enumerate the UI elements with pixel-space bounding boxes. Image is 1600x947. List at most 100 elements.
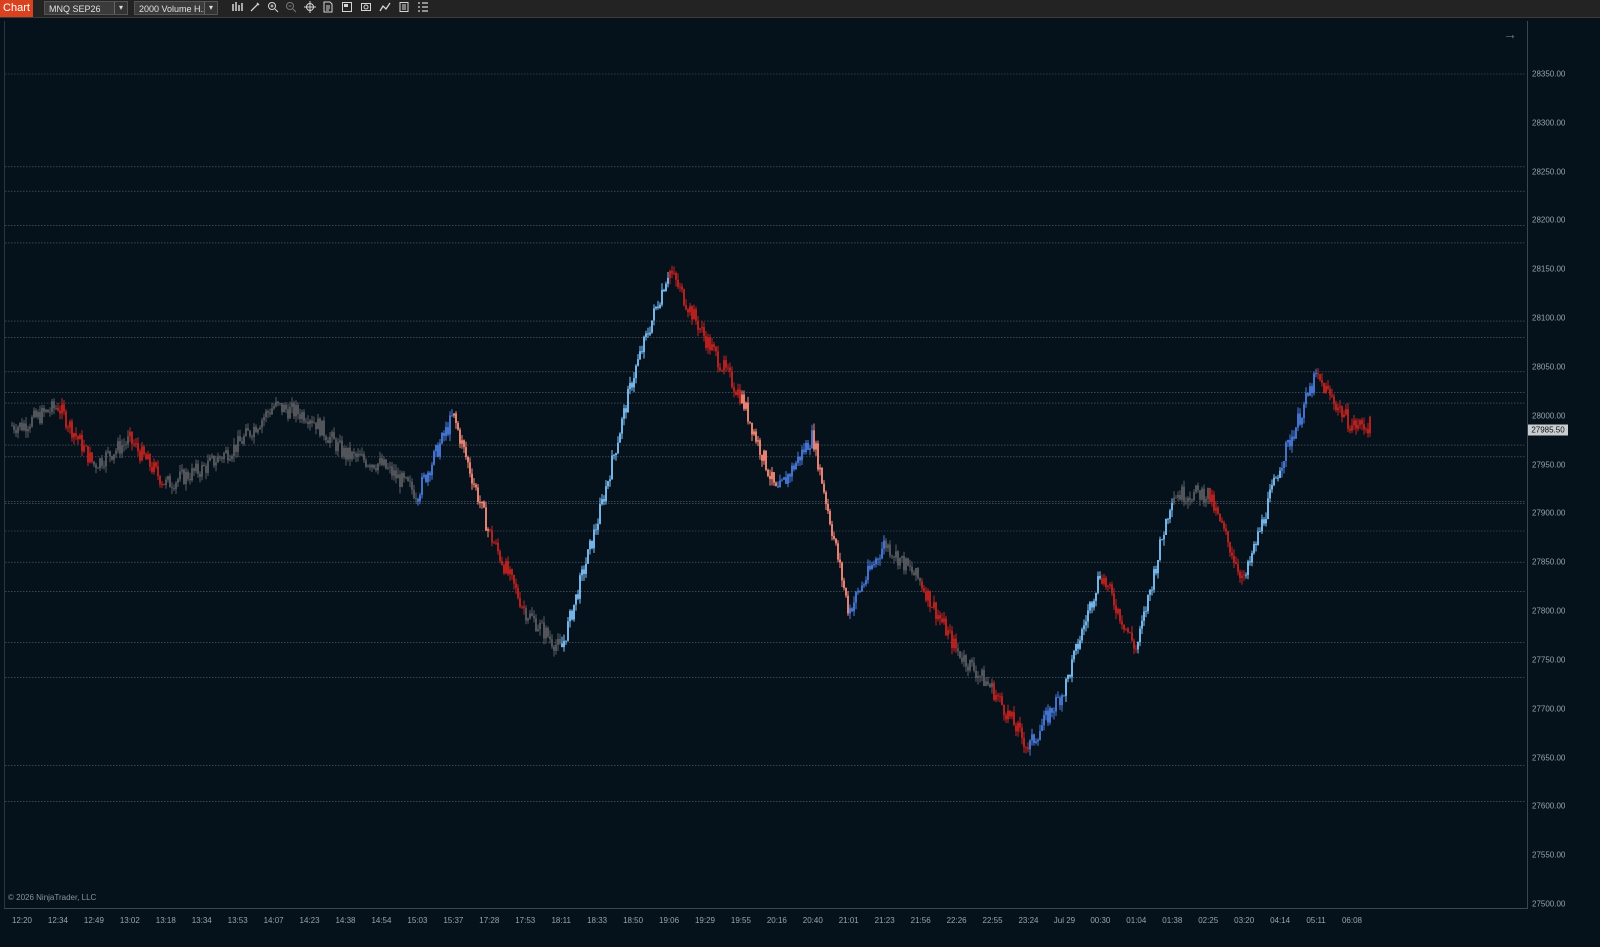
candle-body	[1063, 695, 1065, 697]
candle-body	[63, 404, 65, 412]
candle-body	[747, 402, 749, 422]
candle-body	[843, 580, 845, 588]
candle-body	[815, 443, 817, 450]
arrow-right-icon[interactable]: →	[1503, 26, 1517, 42]
candle-body	[1189, 498, 1191, 500]
candle-body	[649, 332, 651, 335]
candle-body	[417, 499, 419, 502]
candle-body	[1257, 531, 1259, 546]
candle-body	[1135, 648, 1137, 650]
candle-body	[697, 320, 699, 330]
candle-body	[707, 337, 709, 348]
candle-body	[973, 662, 975, 671]
candle-body	[905, 558, 907, 571]
time-axis-label: 18:50	[623, 916, 644, 925]
candle-body	[863, 584, 865, 586]
candle-body	[775, 482, 777, 486]
candle-body	[1169, 510, 1171, 519]
time-axis-label: 13:18	[155, 916, 176, 925]
time-axis-label: 12:20	[11, 916, 33, 925]
candle-body	[459, 429, 461, 444]
candle-body	[1321, 379, 1323, 383]
candle-body	[835, 538, 837, 544]
candle-body	[67, 427, 69, 429]
candle-body	[55, 407, 57, 409]
candle-body	[35, 410, 37, 418]
candle-body	[573, 604, 575, 620]
price-axis[interactable]: 28350.00 28300.00 28250.00 28200.00 28150.00…	[1527, 21, 1600, 909]
candle-body	[127, 436, 129, 445]
candle-body	[1345, 409, 1347, 415]
candle-body	[1117, 609, 1119, 614]
time-axis-label: 14:07	[263, 916, 284, 925]
candle-body	[483, 501, 485, 508]
candle-body	[1291, 436, 1293, 447]
candle-body	[623, 408, 625, 419]
candle-body	[1289, 439, 1291, 447]
candle-body	[725, 360, 727, 368]
candle-body	[487, 529, 489, 531]
candle-body	[1299, 413, 1301, 425]
candle-body	[1303, 404, 1305, 418]
candle-body	[645, 333, 647, 337]
candle-body	[885, 540, 887, 549]
candle-body	[963, 655, 965, 662]
candle-body	[1113, 593, 1115, 606]
candle-body	[1161, 539, 1163, 541]
candle-body	[1253, 543, 1255, 554]
candle-body	[551, 639, 553, 647]
candle-body	[789, 474, 791, 477]
candle-body	[709, 337, 711, 351]
candle-body	[251, 436, 253, 438]
candle-body	[1153, 569, 1155, 590]
candle-body	[1097, 576, 1099, 593]
candle-body	[677, 279, 679, 287]
time-axis[interactable]: 12:20 12:34 12:49 13:02 13:18 13:34 13:53 14:07…	[4, 908, 1528, 929]
candle-body	[109, 451, 111, 457]
time-axis-label: 15:03	[407, 916, 428, 925]
candle-body	[425, 474, 427, 482]
candle-body	[297, 404, 299, 415]
candle-body	[439, 443, 441, 457]
candle-body	[731, 370, 733, 388]
candle-body	[1045, 710, 1047, 715]
candle-body	[1093, 600, 1095, 608]
candle-body	[369, 465, 371, 468]
candle-body	[221, 457, 223, 460]
candle-body	[1323, 382, 1325, 394]
candle-body	[781, 479, 783, 481]
candle-body	[967, 666, 969, 671]
candle-body	[761, 454, 763, 461]
price-chart[interactable]	[0, 0, 1600, 947]
candle-body	[803, 449, 805, 453]
price-axis-label: 28100.00	[1532, 313, 1566, 323]
candle-body	[1023, 737, 1025, 748]
candle-body	[431, 464, 433, 476]
candle-body	[1055, 697, 1057, 712]
candle-body	[383, 459, 385, 466]
candle-body	[1041, 725, 1043, 732]
candle-body	[1249, 561, 1251, 563]
candle-body	[1087, 610, 1089, 622]
candle-body	[745, 402, 747, 409]
candle-body	[851, 608, 853, 612]
time-axis-label: 18:33	[587, 916, 608, 925]
candle-body	[821, 467, 823, 484]
candle-body	[391, 466, 393, 476]
candle-body	[797, 456, 799, 463]
candle-body	[31, 417, 33, 427]
candle-body	[117, 441, 119, 451]
candle-body	[845, 587, 847, 596]
candle-body	[129, 431, 131, 437]
candle-body	[215, 462, 217, 466]
candle-body	[1051, 708, 1053, 713]
candle-body	[81, 434, 83, 452]
price-axis-label: 28250.00	[1532, 167, 1566, 177]
candle-body	[621, 418, 623, 434]
price-axis-label: 28150.00	[1532, 264, 1566, 274]
candle-body	[1367, 429, 1369, 434]
candle-body	[921, 581, 923, 589]
candle-body	[1267, 498, 1269, 519]
candle-body	[307, 421, 309, 425]
candle-body	[741, 394, 743, 404]
